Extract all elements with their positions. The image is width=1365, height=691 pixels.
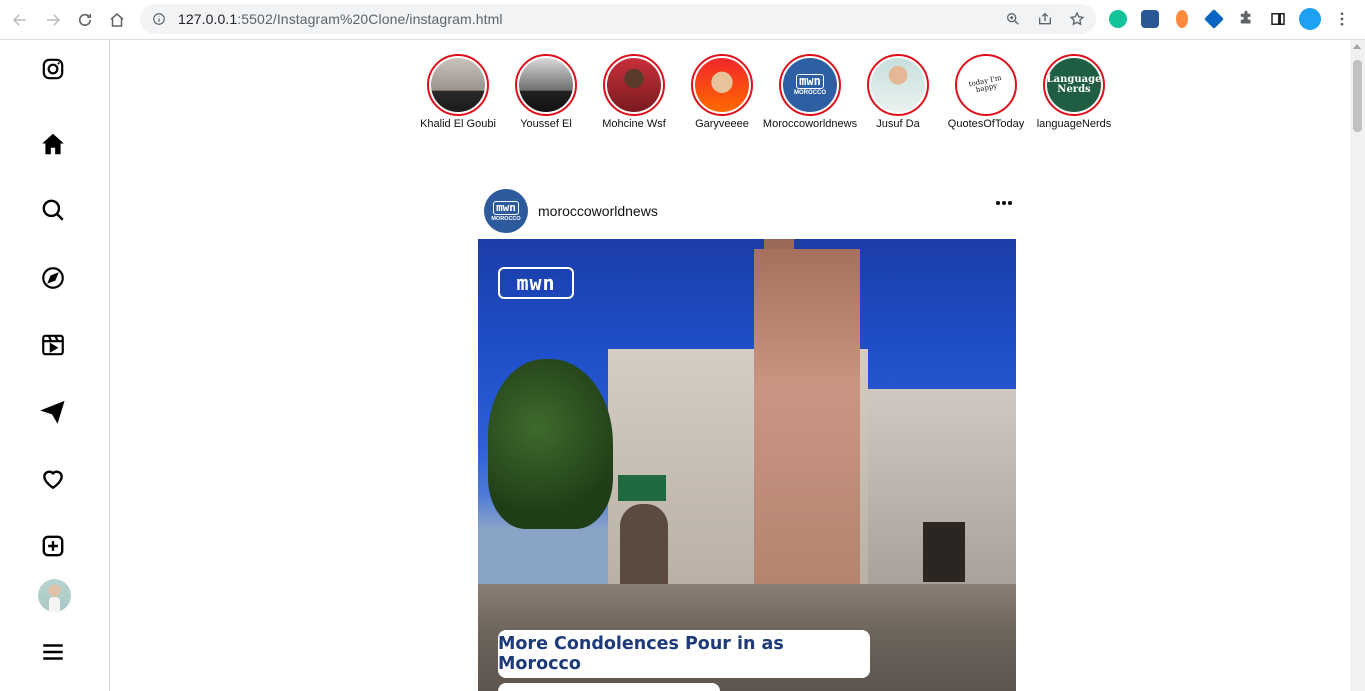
- quote-image-text: today I'm happy: [968, 73, 1003, 95]
- url-path: :5502/Instagram%20Clone/instagram.html: [237, 11, 503, 27]
- page-scrollbar[interactable]: [1350, 40, 1365, 691]
- story-avatar: mwn MOROCCO: [783, 58, 837, 112]
- instagram-logo-icon[interactable]: [38, 54, 68, 84]
- story-ring[interactable]: [427, 54, 489, 116]
- story-username: Garyveeee: [695, 118, 749, 130]
- more-options-icon[interactable]: [992, 197, 1016, 209]
- grammarly-extension-icon[interactable]: [1106, 7, 1130, 31]
- side-panel-icon[interactable]: [1266, 7, 1290, 31]
- story-username: Mohcine Wsf: [602, 118, 666, 130]
- headline-box: More Condolences Pour in as Morocco: [498, 630, 870, 678]
- story-avatar: [431, 58, 485, 112]
- forward-icon[interactable]: [37, 4, 69, 36]
- notifications-icon[interactable]: [38, 464, 68, 494]
- scrollbar-thumb[interactable]: [1353, 60, 1362, 132]
- story-ring[interactable]: [867, 54, 929, 116]
- mwn-watermark-logo: mwn: [498, 267, 574, 299]
- address-bar[interactable]: 127.0.0.1:5502/Instagram%20Clone/instagr…: [140, 4, 1096, 34]
- language-nerds-logo: Language Nerds: [1047, 74, 1101, 95]
- story-avatar: Language Nerds: [1047, 58, 1101, 112]
- url-host: 127.0.0.1: [178, 11, 238, 27]
- share-icon[interactable]: [1034, 8, 1056, 30]
- menu-kebab-icon[interactable]: [1330, 7, 1354, 31]
- story-avatar: [519, 58, 573, 112]
- browser-toolbar: 127.0.0.1:5502/Instagram%20Clone/instagr…: [0, 0, 1365, 40]
- story-avatar: [871, 58, 925, 112]
- home-icon[interactable]: [38, 129, 68, 159]
- story-item[interactable]: mwn MOROCCO Moroccoworldnews: [762, 54, 858, 130]
- search-icon[interactable]: [38, 195, 68, 225]
- green-sign: [618, 475, 666, 501]
- extensions-bar: [1106, 6, 1354, 32]
- story-avatar: [695, 58, 749, 112]
- story-item[interactable]: Youssef El: [502, 54, 590, 130]
- story-item[interactable]: Khalid El Goubi: [414, 54, 502, 130]
- story-ring[interactable]: [515, 54, 577, 116]
- story-ring[interactable]: [691, 54, 753, 116]
- feed-post: mwn MOROCCO moroccoworldnews mwn More Co…: [478, 183, 1016, 691]
- extension-4-icon[interactable]: [1202, 7, 1226, 31]
- extensions-icon[interactable]: [1234, 7, 1258, 31]
- tree: [488, 359, 613, 529]
- story-username: languageNerds: [1036, 118, 1112, 130]
- back-icon[interactable]: [4, 4, 36, 36]
- story-username: Jusuf Da: [876, 118, 920, 130]
- omnibox-actions: [1002, 4, 1088, 34]
- profile-extension-icon[interactable]: [1298, 7, 1322, 31]
- info-icon[interactable]: [152, 12, 166, 26]
- instagram-page: Khalid El Goubi Youssef El Mohcine Wsf G…: [0, 40, 1365, 691]
- profile-avatar[interactable]: [38, 579, 71, 612]
- extension-3-icon[interactable]: [1170, 7, 1194, 31]
- story-ring[interactable]: [603, 54, 665, 116]
- stories-tray: Khalid El Goubi Youssef El Mohcine Wsf G…: [414, 54, 1118, 130]
- bookmark-star-icon[interactable]: [1066, 8, 1088, 30]
- minaret-tower: [754, 249, 860, 594]
- extension-2-icon[interactable]: [1138, 7, 1162, 31]
- reels-icon[interactable]: [38, 330, 68, 360]
- post-image[interactable]: mwn More Condolences Pour in as Morocco: [478, 239, 1016, 691]
- headline-box-2: [498, 683, 720, 691]
- story-item[interactable]: Mohcine Wsf: [590, 54, 678, 130]
- story-username: Youssef El: [520, 118, 572, 130]
- url-text: 127.0.0.1:5502/Instagram%20Clone/instagr…: [178, 11, 503, 27]
- mwn-logo: mwn: [796, 74, 824, 89]
- messages-icon[interactable]: [38, 397, 68, 427]
- create-icon[interactable]: [38, 531, 68, 561]
- post-avatar[interactable]: mwn MOROCCO: [484, 189, 528, 233]
- post-header: mwn MOROCCO moroccoworldnews: [478, 183, 1016, 239]
- story-avatar: [607, 58, 661, 112]
- story-username: Moroccoworldnews: [762, 118, 858, 130]
- post-headline: More Condolences Pour in as Morocco: [498, 634, 784, 674]
- story-item[interactable]: Jusuf Da: [854, 54, 942, 130]
- scroll-up-arrow-icon[interactable]: [1353, 44, 1361, 49]
- post-username[interactable]: moroccoworldnews: [538, 203, 658, 219]
- mwn-logo: mwn: [493, 200, 519, 215]
- story-ring[interactable]: Language Nerds: [1043, 54, 1105, 116]
- story-ring[interactable]: today I'm happy: [955, 54, 1017, 116]
- explore-icon[interactable]: [38, 263, 68, 293]
- story-ring[interactable]: mwn MOROCCO: [779, 54, 841, 116]
- sidebar: [0, 40, 110, 691]
- more-menu-icon[interactable]: [38, 637, 68, 667]
- reload-icon[interactable]: [69, 4, 101, 36]
- mwn-logo-subtext: MOROCCO: [794, 90, 826, 96]
- story-item[interactable]: Garyveeee: [678, 54, 766, 130]
- home-icon[interactable]: [101, 4, 133, 36]
- story-item[interactable]: today I'm happy QuotesOfToday: [942, 54, 1030, 130]
- story-item[interactable]: Language Nerds languageNerds: [1030, 54, 1118, 130]
- mwn-logo-subtext: MOROCCO: [491, 215, 521, 222]
- story-username: QuotesOfToday: [947, 118, 1025, 130]
- story-username: Khalid El Goubi: [420, 118, 496, 130]
- zoom-icon[interactable]: [1002, 8, 1024, 30]
- side-door: [923, 522, 965, 582]
- arched-door: [620, 504, 668, 584]
- story-avatar: today I'm happy: [959, 58, 1013, 112]
